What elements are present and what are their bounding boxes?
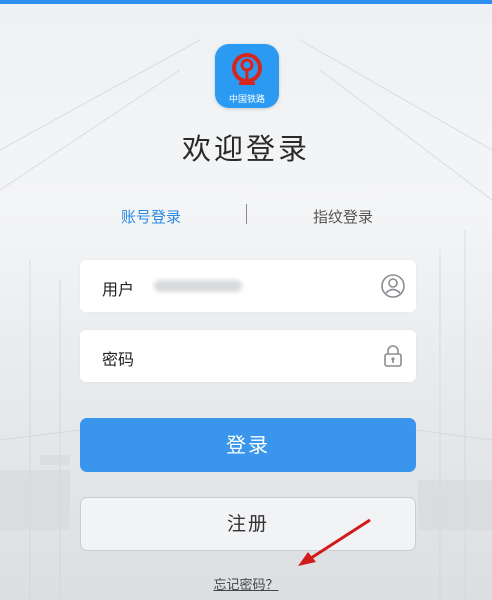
login-button[interactable]: 登录 xyxy=(80,418,416,472)
password-field[interactable]: 密码 xyxy=(80,330,416,382)
tab-account-login[interactable]: 账号登录 xyxy=(121,206,181,227)
page-title: 欢迎登录 xyxy=(181,132,310,166)
password-label: 密码 xyxy=(102,350,135,369)
username-field[interactable]: 用户 xyxy=(80,260,416,312)
username-label: 用户 xyxy=(102,280,135,299)
tab-divider xyxy=(246,204,247,224)
lock-icon[interactable] xyxy=(380,343,406,369)
logo-text: 中国铁路 xyxy=(228,95,265,105)
user-circle-icon[interactable] xyxy=(380,273,406,299)
forgot-password-link[interactable]: 忘记密码？ xyxy=(0,574,492,593)
red-arrow-annotation-icon xyxy=(298,518,371,566)
username-value-blurred xyxy=(154,280,242,292)
china-railway-logo-icon xyxy=(232,53,262,85)
app-logo: 中国铁路 xyxy=(215,44,279,108)
tab-fingerprint-login[interactable]: 指纹登录 xyxy=(313,206,373,227)
